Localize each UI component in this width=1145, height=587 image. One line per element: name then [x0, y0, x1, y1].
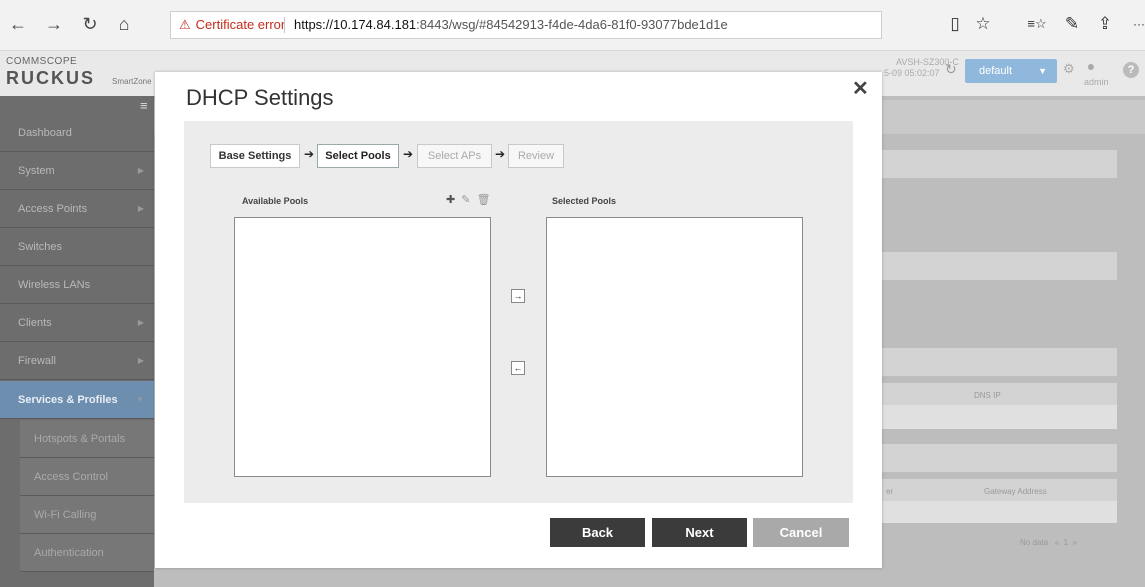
- url-text: https://10.174.84.181:8443/wsg/#84542913…: [294, 12, 728, 38]
- cancel-button[interactable]: Cancel: [753, 518, 849, 547]
- available-pools-list[interactable]: [234, 217, 491, 477]
- sidebar-item-access-points[interactable]: Access Points ▶: [0, 190, 154, 228]
- move-right-button[interactable]: →: [511, 289, 525, 303]
- gear-icon[interactable]: ⚙: [1063, 61, 1075, 77]
- dialog-title: DHCP Settings: [186, 85, 334, 110]
- certificate-error[interactable]: ⚠ Certificate error: [179, 12, 285, 38]
- brand-smartzone: SmartZone: [112, 77, 152, 86]
- user-icon[interactable]: ●: [1082, 58, 1100, 74]
- content-bar: [874, 348, 1117, 376]
- step-review[interactable]: Review: [508, 144, 564, 168]
- sidebar-item-wireless-lans[interactable]: Wireless LANs: [0, 266, 154, 304]
- web-notes-icon[interactable]: ✎: [1060, 12, 1084, 36]
- address-bar[interactable]: ⚠ Certificate error https://10.174.84.181…: [170, 11, 882, 39]
- refresh-icon[interactable]: ↻: [945, 61, 957, 78]
- step-arrow-icon: ➔: [403, 147, 414, 161]
- pagination[interactable]: No data « 1 »: [1020, 538, 1077, 547]
- sidebar-item-label: Dashboard: [18, 127, 72, 139]
- next-button[interactable]: Next: [652, 518, 747, 547]
- step-arrow-icon: ➔: [495, 147, 506, 161]
- sidebar-subitem-label: Hotspots & Portals: [34, 433, 126, 445]
- sidebar-subitem-authentication[interactable]: Authentication: [20, 534, 154, 572]
- url-path: :8443/wsg/#84542913-f4de-4da6-81f0-93077…: [416, 17, 728, 32]
- share-icon[interactable]: ⇪: [1093, 12, 1117, 36]
- hamburger-menu-icon[interactable]: ≡: [140, 98, 148, 113]
- content-bar: [874, 252, 1117, 280]
- wizard-panel: Base Settings ➔ Select Pools ➔ Select AP…: [184, 121, 853, 503]
- back-button[interactable]: Back: [550, 518, 645, 547]
- sidebar-item-label: System: [18, 165, 55, 177]
- sidebar-item-dashboard[interactable]: Dashboard: [0, 114, 154, 152]
- content-bar: [874, 150, 1117, 178]
- column-partial: er: [886, 487, 894, 496]
- sidebar-subitem-hotspots-portals[interactable]: Hotspots & Portals: [20, 420, 154, 458]
- selected-pools-list[interactable]: [546, 217, 803, 477]
- step-select-aps[interactable]: Select APs: [417, 144, 492, 168]
- sidebar-item-firewall[interactable]: Firewall ▶: [0, 342, 154, 380]
- chevron-right-icon: ▶: [137, 318, 144, 327]
- sidebar-subitem-label: Wi-Fi Calling: [34, 509, 97, 521]
- step-base-settings[interactable]: Base Settings: [210, 144, 300, 168]
- refresh-icon[interactable]: ↻: [78, 12, 102, 36]
- domain-select[interactable]: default ▼: [965, 59, 1057, 83]
- controller-time: 5-09 05:02:07: [884, 68, 940, 78]
- sidebar-subitem-wifi-calling[interactable]: Wi-Fi Calling: [20, 496, 154, 534]
- table-row: [882, 405, 1117, 429]
- chevron-right-icon: ▶: [137, 204, 144, 213]
- step-arrow-icon: ➔: [304, 147, 315, 161]
- close-icon[interactable]: ✕: [852, 76, 869, 101]
- certificate-error-label: Certificate error: [195, 17, 286, 32]
- chevron-right-icon: ▶: [137, 356, 144, 365]
- sidebar-item-label: Services & Profiles: [18, 394, 118, 406]
- column-dns-ip: DNS IP: [974, 391, 1001, 400]
- warning-icon: ⚠: [179, 17, 191, 32]
- favorite-star-icon[interactable]: ☆: [971, 12, 995, 36]
- admin-label[interactable]: admin: [1084, 77, 1109, 87]
- sidebar-item-switches[interactable]: Switches: [0, 228, 154, 266]
- forward-arrow-icon[interactable]: →: [42, 12, 66, 36]
- selected-pools-label: Selected Pools: [552, 196, 617, 206]
- sidebar-subitem-label: Authentication: [34, 547, 104, 559]
- sidebar-item-label: Firewall: [18, 355, 56, 367]
- favorites-list-icon[interactable]: ≡☆: [1025, 12, 1049, 36]
- home-icon[interactable]: ⌂: [112, 12, 136, 36]
- sidebar-item-label: Switches: [18, 241, 63, 253]
- table-row: [882, 501, 1117, 523]
- sidebar-item-services-profiles[interactable]: Services & Profiles ▼: [0, 381, 154, 419]
- column-gateway-address: Gateway Address: [984, 487, 1047, 496]
- sidebar-item-clients[interactable]: Clients ▶: [0, 304, 154, 342]
- back-arrow-icon[interactable]: ←: [6, 12, 30, 36]
- dhcp-settings-dialog: DHCP Settings ✕ Base Settings ➔ Select P…: [155, 72, 882, 568]
- sidebar-subitem-access-control[interactable]: Access Control: [20, 458, 154, 496]
- help-icon[interactable]: ?: [1123, 62, 1139, 78]
- address-separator: [284, 17, 285, 33]
- add-icon[interactable]: ✚: [446, 194, 455, 206]
- caret-down-icon: ▼: [1038, 66, 1047, 76]
- sidebar-item-system[interactable]: System ▶: [0, 152, 154, 190]
- chevron-right-icon: ▶: [137, 166, 144, 175]
- reading-view-icon[interactable]: ▯: [943, 12, 967, 36]
- move-left-button[interactable]: ←: [511, 361, 525, 375]
- sidebar-item-label: Access Points: [18, 203, 88, 215]
- url-host: https://10.174.84.181: [294, 17, 417, 32]
- sidebar-item-label: Clients: [18, 317, 52, 329]
- more-options-icon[interactable]: ···: [1127, 12, 1145, 36]
- chevron-down-icon: ▼: [136, 395, 144, 404]
- step-select-pools[interactable]: Select Pools: [317, 144, 399, 168]
- domain-select-label: default: [979, 65, 1013, 77]
- sidebar-item-label: Wireless LANs: [18, 279, 91, 291]
- delete-icon[interactable]: 🗑: [477, 194, 491, 206]
- pool-toolbar: ✚ ✎ 🗑: [446, 193, 491, 206]
- sidebar-subitem-label: Access Control: [34, 471, 108, 483]
- browser-toolbar: ← → ↻ ⌂ ⚠ Certificate error https://10.17…: [0, 0, 1145, 51]
- brand-logo[interactable]: RUCKUS: [6, 68, 95, 89]
- brand-commscope: COMMSCOPE: [6, 56, 78, 67]
- edit-icon[interactable]: ✎: [461, 194, 470, 206]
- content-bar: [874, 444, 1117, 472]
- available-pools-label: Available Pools: [242, 196, 309, 206]
